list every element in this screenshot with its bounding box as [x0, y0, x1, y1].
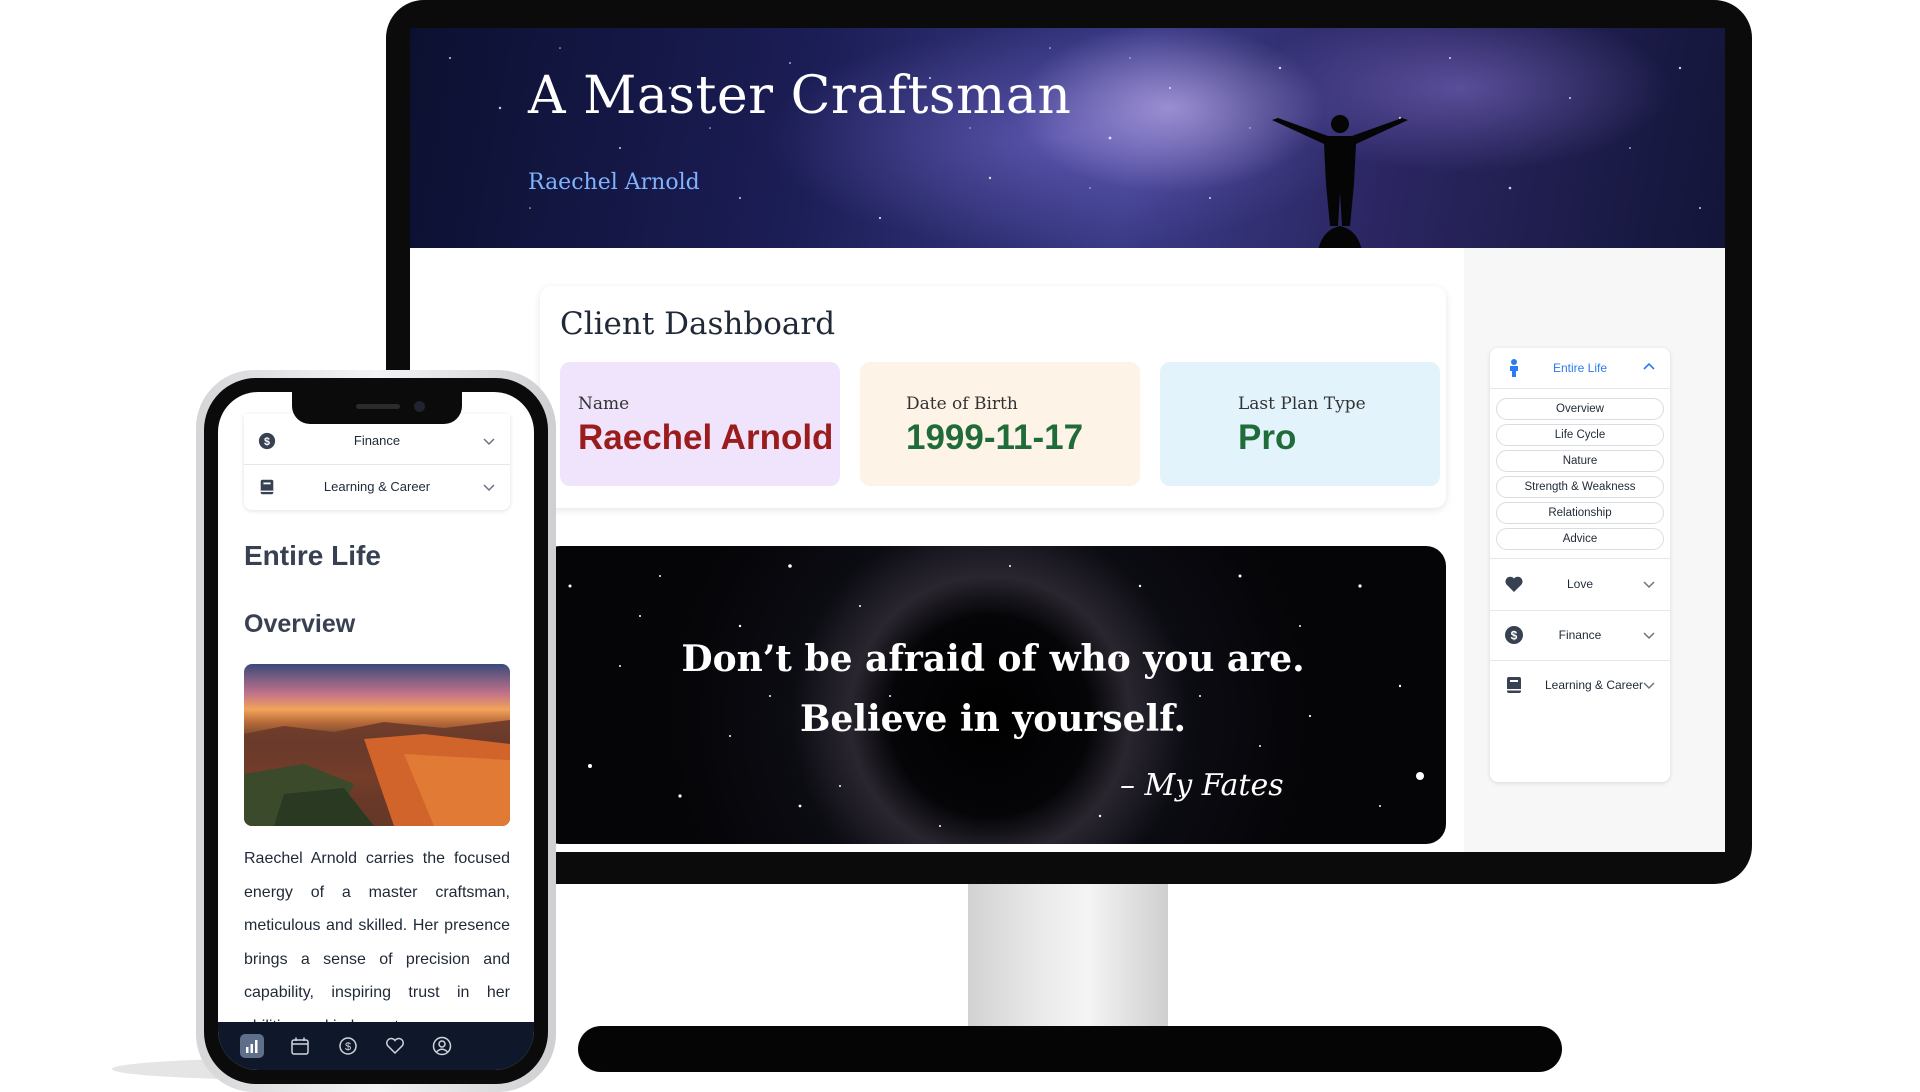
quote-line-1: Don’t be afraid of who you are. [681, 638, 1305, 680]
mobile-item-label: Finance [353, 433, 401, 448]
dashboard-title: Client Dashboard [560, 306, 836, 342]
sub-item-relationship[interactable]: Relationship [1496, 502, 1664, 524]
monitor-stand-base [578, 1026, 1562, 1072]
sidebar-item-label: Learning & Career [1544, 678, 1644, 692]
hero-banner: A Master Craftsman Raechel Arnold [410, 28, 1725, 248]
phone-notch [292, 392, 462, 424]
dollar-icon[interactable]: $ [336, 1034, 360, 1058]
svg-text:$: $ [345, 1041, 351, 1053]
sub-item-overview[interactable]: Overview [1496, 398, 1664, 420]
hero-title: A Master Craftsman [528, 66, 1072, 126]
chevron-up-icon[interactable] [1642, 360, 1656, 374]
plan-card: Last Plan Type Pro [1160, 362, 1440, 486]
mobile-subheading: Overview [244, 610, 356, 638]
sub-item-strength-weakness[interactable]: Strength & Weakness [1496, 476, 1664, 498]
divider [1490, 388, 1670, 389]
quote-line-2: Believe in yourself. [800, 698, 1186, 740]
phone-screen: $ Finance Learning & Career Entire Life … [218, 392, 534, 1070]
mobile-item-learning-career[interactable]: Learning & Career [244, 464, 510, 510]
sub-item-advice[interactable]: Advice [1496, 528, 1664, 550]
monitor-stand-neck [968, 884, 1168, 1036]
sidebar-item-love[interactable]: Love [1490, 558, 1670, 610]
dob-value: 1999-11-17 [906, 418, 1084, 457]
mobile-phone: $ Finance Learning & Career Entire Life … [196, 370, 556, 1092]
client-dashboard: Client Dashboard Name Raechel Arnold Dat… [540, 286, 1446, 508]
mobile-sections-menu: $ Finance Learning & Career [244, 414, 510, 510]
sub-item-life-cycle[interactable]: Life Cycle [1496, 424, 1664, 446]
starfield [449, 47, 1701, 220]
bottom-tab-bar: $ [218, 1022, 534, 1070]
dob-card: Date of Birth 1999-11-17 [860, 362, 1140, 486]
desktop-monitor: A Master Craftsman Raechel Arnold Client… [386, 0, 1752, 884]
quote-banner: Don’t be afraid of who you are. Believe … [540, 546, 1446, 844]
chevron-down-icon[interactable] [1642, 678, 1656, 692]
quote-signature: – My Fates [1120, 768, 1284, 803]
sub-item-nature[interactable]: Nature [1496, 450, 1664, 472]
plan-value: Pro [1238, 418, 1297, 457]
front-camera [414, 401, 425, 412]
phone-bezel: $ Finance Learning & Career Entire Life … [204, 378, 548, 1084]
mobile-item-label: Learning & Career [323, 479, 431, 494]
dob-label: Date of Birth [906, 394, 1018, 414]
mobile-item-finance[interactable]: $ Finance [244, 418, 510, 464]
sidebar-item-finance[interactable]: $ Finance [1490, 610, 1670, 660]
speaker-grille [356, 404, 400, 409]
name-card: Name Raechel Arnold [560, 362, 840, 486]
calendar-icon[interactable] [288, 1034, 312, 1058]
name-value: Raechel Arnold [578, 418, 834, 457]
chevron-down-icon[interactable] [1642, 577, 1656, 591]
heart-icon[interactable] [383, 1034, 407, 1058]
hero-subtitle: Raechel Arnold [528, 170, 700, 195]
canyon-illustration [244, 720, 510, 826]
name-label: Name [578, 394, 630, 414]
chevron-down-icon[interactable] [1642, 628, 1656, 642]
sidebar-item-entire-life[interactable]: Entire Life [1490, 348, 1670, 388]
life-sections-menu: Entire Life Overview Life Cycle Nature S… [1490, 348, 1670, 782]
chevron-down-icon[interactable] [482, 434, 496, 448]
chart-icon[interactable] [240, 1034, 264, 1058]
mobile-heading: Entire Life [244, 540, 381, 571]
quote-starfield [548, 564, 1424, 827]
person-silhouette-image [1272, 115, 1408, 248]
plan-label: Last Plan Type [1238, 394, 1366, 414]
sidebar-item-learning-career[interactable]: Learning & Career [1490, 660, 1670, 710]
chevron-down-icon[interactable] [482, 480, 496, 494]
user-circle-icon[interactable] [430, 1034, 454, 1058]
overview-paragraph: Raechel Arnold carries the focused energ… [244, 850, 510, 1035]
desktop-screen: A Master Craftsman Raechel Arnold Client… [410, 28, 1725, 852]
canyon-sunset-image [244, 664, 510, 826]
